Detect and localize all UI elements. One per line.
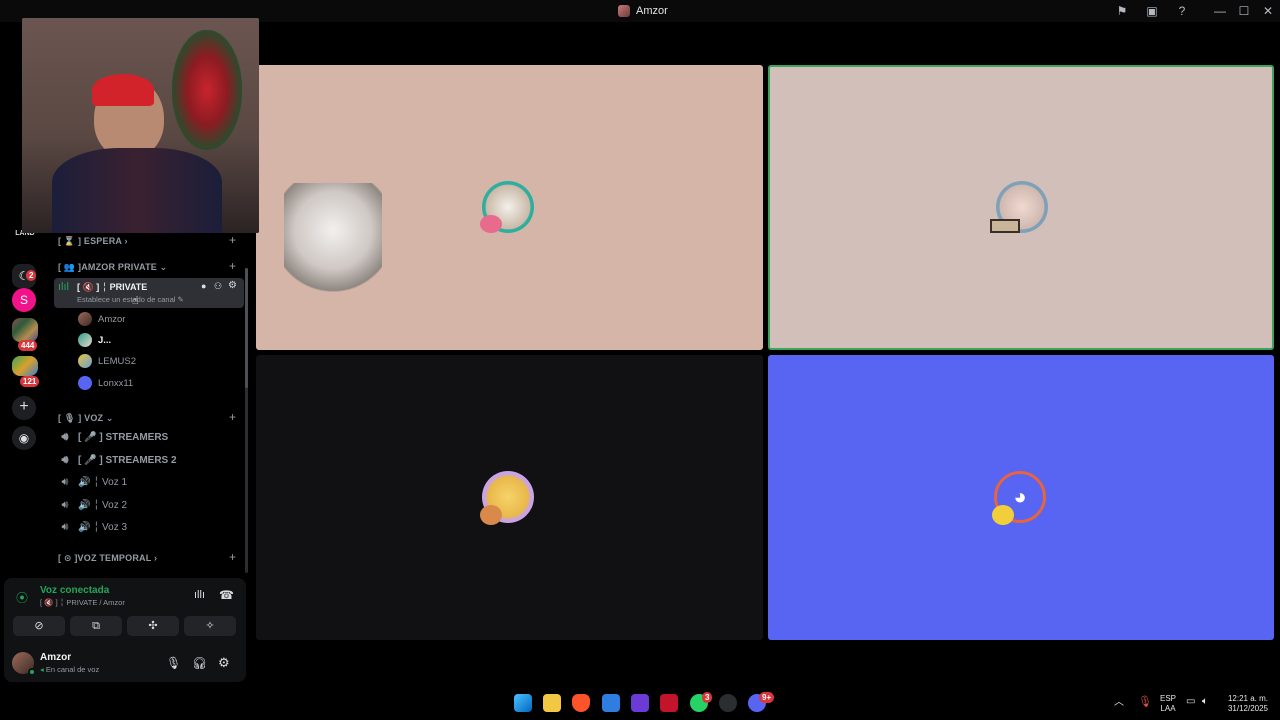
clock[interactable]: 12:21 a. m. 31/12/2025 [1222, 694, 1274, 714]
noise-suppression-icon[interactable]: ıllı [194, 589, 205, 601]
server-folder-2[interactable] [12, 356, 38, 376]
category-voz-temporal[interactable]: [ ⊙ ]VOZ TEMPORAL › [58, 553, 157, 564]
tray-overflow-icon[interactable]: ︿ [1114, 698, 1124, 708]
avatar [78, 312, 92, 326]
channel-private-name: [ 🔇 ] ╎ PRIVATE [77, 282, 148, 292]
add-channel-icon[interactable]: + [229, 233, 236, 247]
member-amzor[interactable]: Amzor [78, 310, 125, 328]
channel-streamers[interactable]: 🔊︎[ 🎤 ] STREAMERS [58, 427, 244, 447]
sidebar-scrollbar-thumb[interactable] [245, 268, 248, 388]
speaker-icon: 🔊︎ [61, 520, 69, 533]
discover-icon[interactable]: ◉ [12, 426, 36, 450]
headphones-icon[interactable]: 🎧︎ [192, 656, 207, 670]
voice-location-text[interactable]: [ 🔇 ] ╎ PRIVATE / Amzor [40, 598, 125, 607]
signal-icon: ⦿ [16, 591, 29, 605]
avatar-decoration-icon [480, 215, 502, 233]
avatar [78, 376, 92, 390]
voice-activity-icon: ılıl [58, 281, 69, 293]
member-j[interactable]: J... [78, 331, 111, 349]
voice-tile-j[interactable] [256, 65, 763, 350]
speaker-icon: ◂ [40, 665, 44, 674]
camera-off-icon: ⊘ [34, 620, 44, 632]
speaker-icon: 🔊︎ [61, 475, 69, 488]
voice-status-text[interactable]: Voz conectada [40, 585, 109, 596]
user-panel [4, 644, 246, 682]
camera-off-button[interactable]: ⊘ [13, 616, 65, 636]
screen-share-button[interactable]: ⧉ [70, 616, 122, 636]
channel-settings-gear-icon[interactable]: ⚙ [228, 280, 237, 291]
microphone-icon[interactable]: 🎙︎ [166, 656, 181, 670]
channel-streamers-2[interactable]: 🔊︎[ 🎤 ] STREAMERS 2 [58, 450, 244, 470]
screen-share-icon: ⧉ [92, 620, 100, 632]
category-amzor-private[interactable]: [ 👥 ]AMZOR PRIVATE ⌄ [58, 262, 167, 273]
speaker-icon: 🔊︎ [61, 453, 69, 466]
red-cap-image [92, 74, 154, 106]
avatar-decoration-icon [480, 505, 502, 525]
language-indicator[interactable]: ESP LAA [1158, 694, 1178, 714]
user-status: ◂ En canal de voz [40, 665, 100, 674]
streaming-app-icon[interactable] [660, 694, 678, 712]
server-icon-s[interactable]: S [12, 288, 36, 312]
close-button[interactable]: ✕ [1260, 3, 1276, 19]
category-espera[interactable]: [ ⌛ ] ESPERA › [58, 236, 128, 247]
speaker-icon: 🔊︎ [61, 498, 69, 511]
avatar-decoration-icon [992, 505, 1014, 525]
server-badge: 444 [18, 340, 38, 351]
member-lemus2[interactable]: LEMUS2 [78, 352, 136, 370]
add-server-icon[interactable]: + [12, 396, 36, 420]
notification-badge: 9+ [759, 692, 775, 703]
disconnect-icon[interactable]: ☎ [219, 588, 234, 602]
member-lonxx11[interactable]: Lonxx11 [78, 374, 133, 392]
microphone-in-use-icon[interactable]: 🎙︎ [1138, 697, 1152, 708]
help-icon[interactable]: ? [1174, 3, 1190, 19]
channel-voz-2[interactable]: 🔊︎ 🔊 ╎ Voz 2 [58, 495, 244, 515]
server-badge: 121 [20, 376, 40, 387]
window-avatar-icon [618, 5, 630, 17]
avatar [78, 354, 92, 368]
christmas-tree-image [172, 30, 242, 150]
volume-icon[interactable]: 🔈︎ [1202, 697, 1208, 707]
brave-browser-icon[interactable] [572, 694, 590, 712]
chat-bubble-icon[interactable]: ● [201, 281, 206, 291]
username[interactable]: Amzor [40, 652, 71, 663]
speaker-icon: 🔊︎ [61, 430, 69, 443]
file-explorer-icon[interactable] [543, 694, 561, 712]
window-title: Amzor [618, 3, 668, 19]
voice-tile-amzor[interactable] [256, 355, 763, 640]
voice-tile-lemus2[interactable] [768, 65, 1274, 350]
online-status-icon [28, 668, 36, 676]
activities-button[interactable]: ✣ [127, 616, 179, 636]
avatar [78, 333, 92, 347]
network-icon[interactable]: ▭ [1186, 697, 1195, 707]
channel-status-input[interactable]: Establece un estado de canal ✎ [77, 295, 184, 304]
webcam-overlay [22, 18, 259, 233]
invite-user-icon[interactable]: ⚇ [214, 281, 222, 292]
steam-icon[interactable] [719, 694, 737, 712]
microsoft-store-icon[interactable] [602, 694, 620, 712]
add-channel-icon[interactable]: + [229, 259, 236, 273]
windows-start-icon[interactable] [514, 694, 532, 712]
cat-sticker-image [284, 183, 382, 301]
maximize-button[interactable]: ☐ [1236, 3, 1252, 19]
add-channel-icon[interactable]: + [229, 550, 236, 564]
jacket-image [52, 148, 222, 233]
flag-icon[interactable]: ⚑ [1114, 3, 1130, 19]
soundboard-icon: ✧ [205, 620, 215, 632]
game-controller-icon[interactable] [631, 694, 649, 712]
mouse-cursor-icon: ☝ [132, 295, 139, 307]
channel-voz-3[interactable]: 🔊︎ 🔊 ╎ Voz 3 [58, 517, 244, 537]
category-voz[interactable]: [ 🎙 ] VOZ ⌄ [58, 413, 114, 424]
channel-voz-1[interactable]: 🔊︎ 🔊 ╎ Voz 1 [58, 472, 244, 492]
avatar-decoration-icon [990, 219, 1020, 233]
server-folder-1[interactable] [12, 318, 38, 342]
voice-tile-lonxx11[interactable]: ◕ [768, 355, 1274, 640]
inbox-icon[interactable]: ▣ [1144, 3, 1160, 19]
soundboard-button[interactable]: ✧ [184, 616, 236, 636]
user-settings-gear-icon[interactable]: ⚙ [218, 655, 230, 671]
activities-icon: ✣ [148, 620, 158, 632]
add-channel-icon[interactable]: + [229, 410, 236, 424]
minimize-button[interactable]: — [1212, 3, 1228, 19]
